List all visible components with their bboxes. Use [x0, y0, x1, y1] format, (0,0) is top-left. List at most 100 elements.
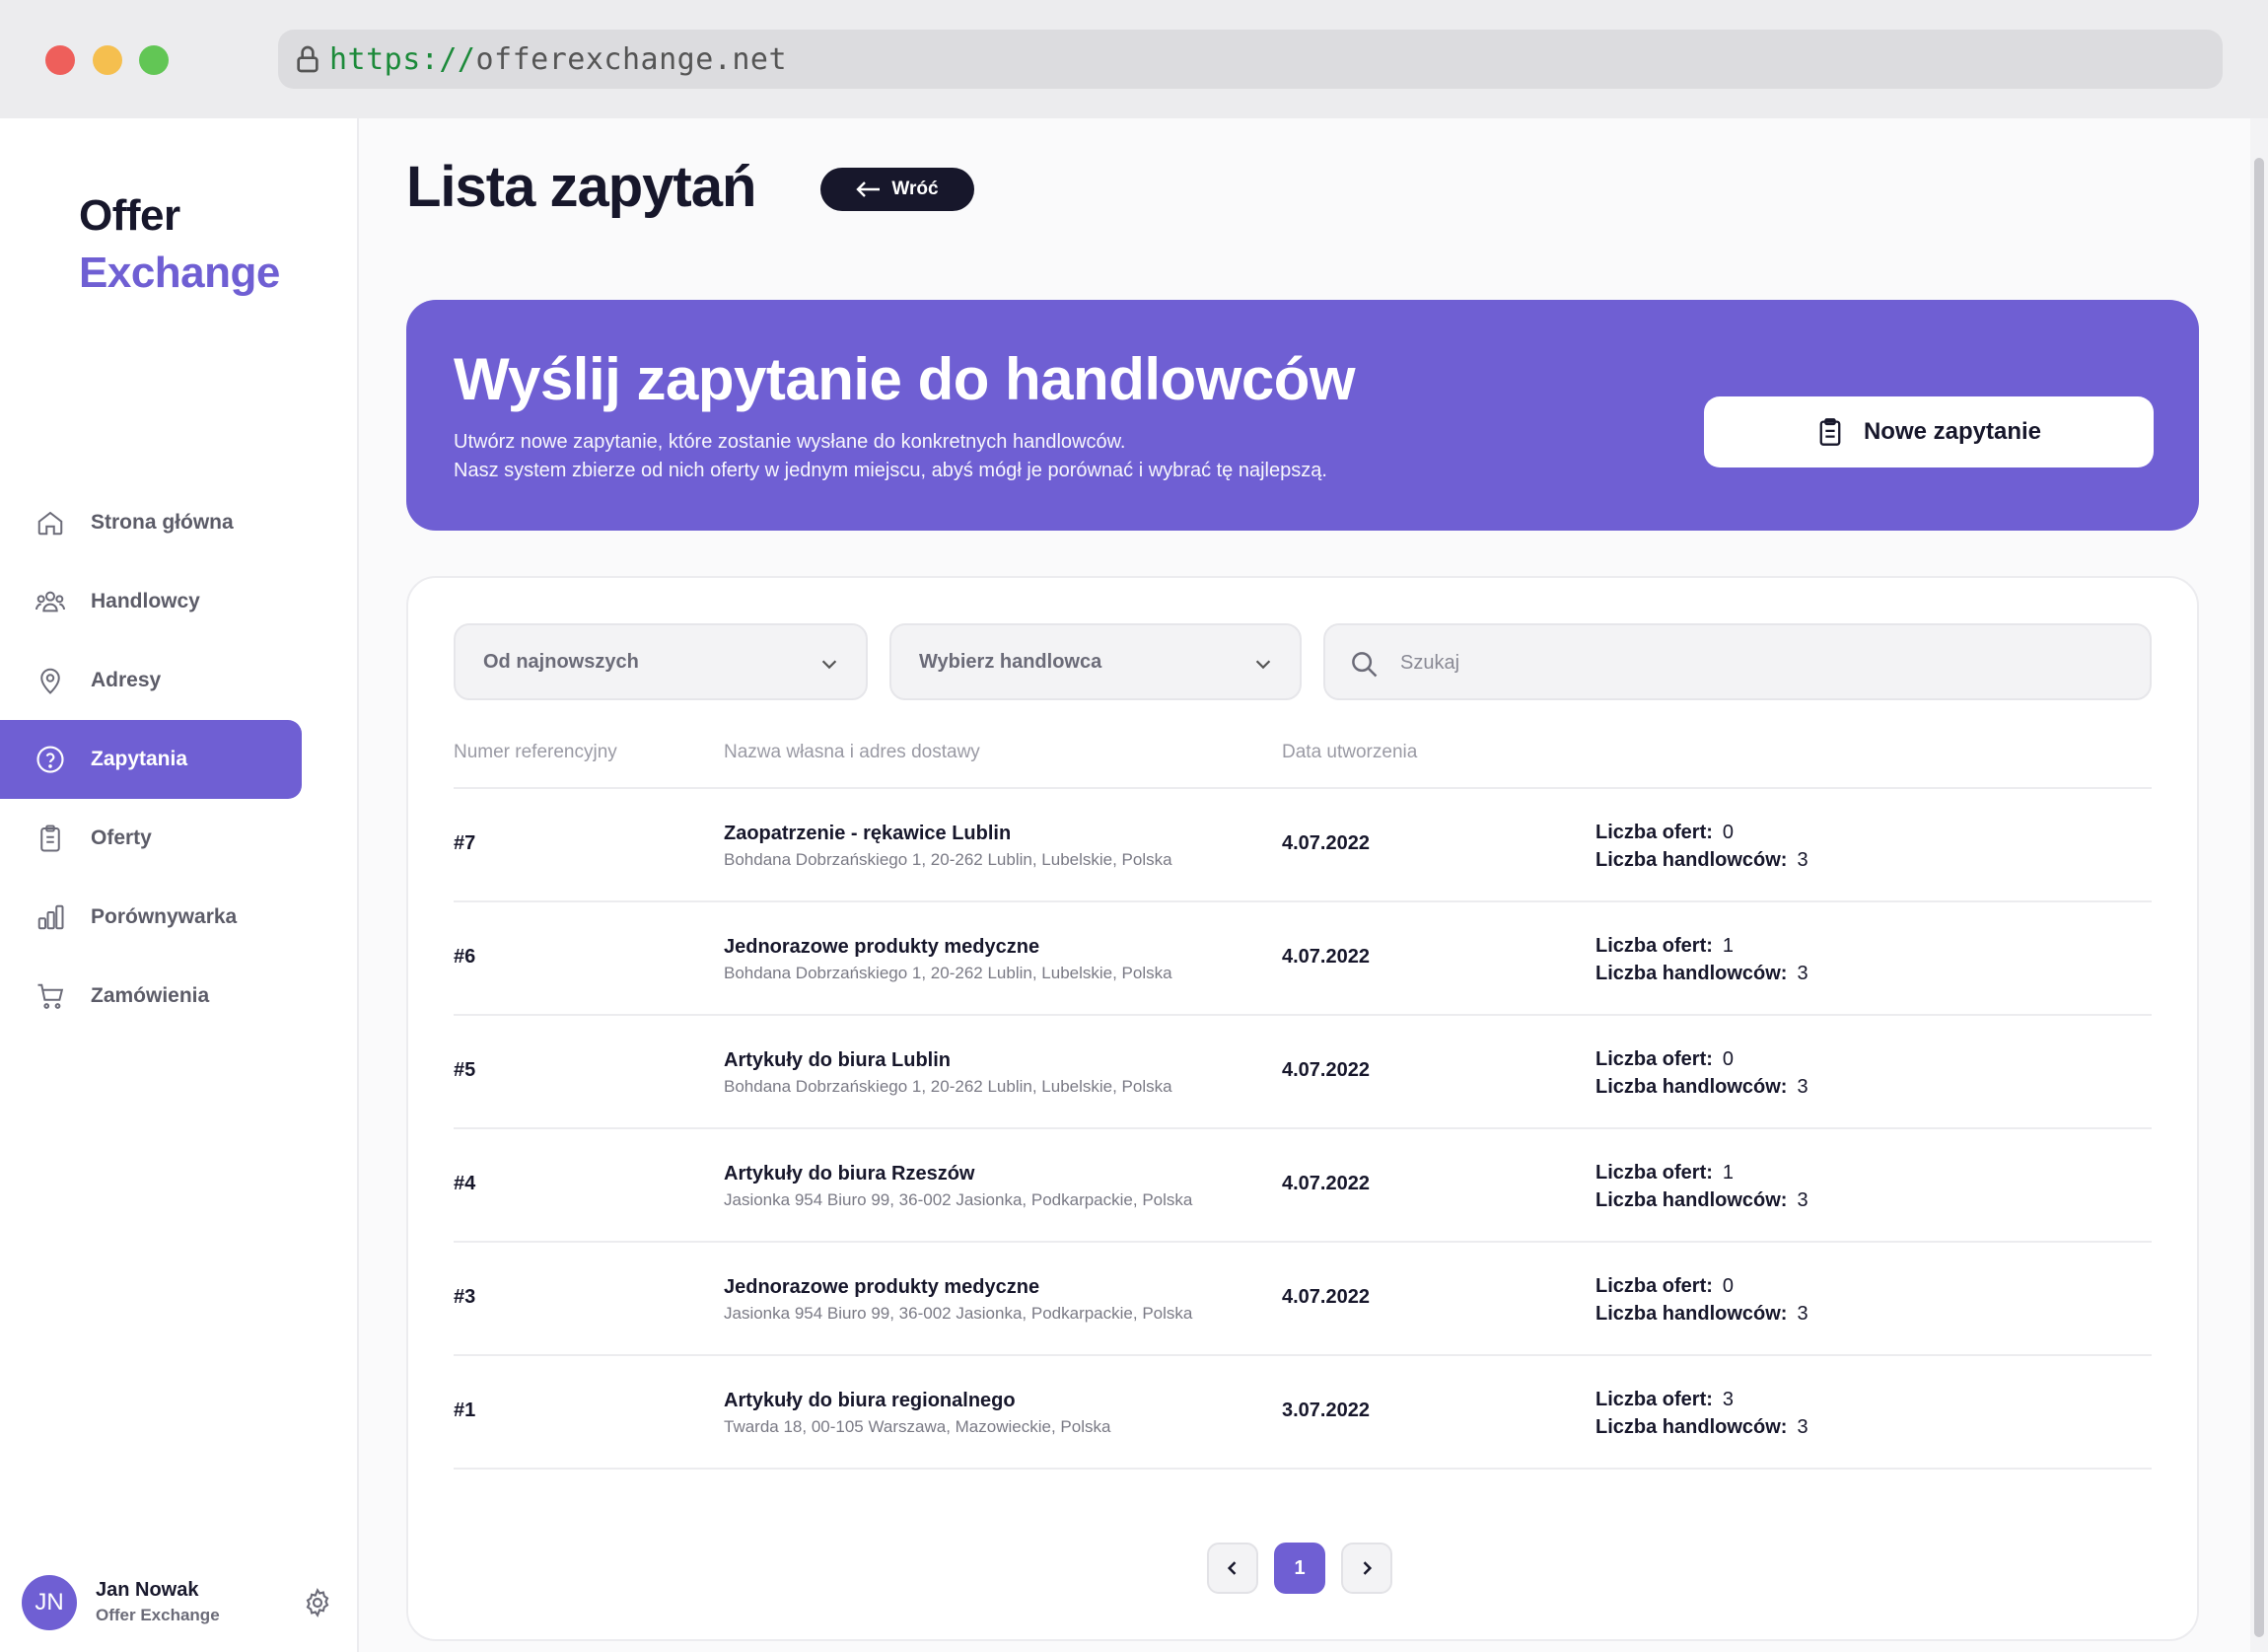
question-circle-icon	[34, 743, 67, 776]
address-bar[interactable]: https://offerexchange.net	[278, 30, 2223, 89]
banner-heading: Wyślij zapytanie do handlowców	[454, 346, 1356, 412]
dealer-select[interactable]: Wybierz handlowca	[889, 623, 1302, 700]
gear-icon[interactable]	[302, 1587, 333, 1618]
dealer-select-value: Wybierz handlowca	[919, 650, 1102, 673]
table-row[interactable]: #3 Jednorazowe produkty medyczne Jasionk…	[454, 1243, 2152, 1356]
sidebar-item-strona-glowna[interactable]: Strona główna	[0, 483, 302, 562]
created-date: 4.07.2022	[1282, 1286, 1370, 1308]
offers-count: 3	[1722, 1389, 1735, 1410]
column-header-name: Nazwa własna i adres dostawy	[724, 742, 980, 762]
next-page-button[interactable]	[1341, 1543, 1392, 1594]
scrollbar-thumb[interactable]	[2254, 158, 2264, 1637]
delivery-address: Bohdana Dobrzańskiego 1, 20-262 Lublin, …	[724, 850, 1172, 869]
table-row[interactable]: #1 Artykuły do biura regionalnego Twarda…	[454, 1356, 2152, 1470]
offers-count: 0	[1722, 822, 1735, 843]
ref-number: #1	[454, 1400, 476, 1421]
sidebar-item-adresy[interactable]: Adresy	[0, 641, 302, 720]
back-button[interactable]: Wróć	[820, 168, 974, 211]
dealers-count: 3	[1797, 963, 1808, 984]
table-row[interactable]: #6 Jednorazowe produkty medyczne Bohdana…	[454, 902, 2152, 1016]
request-name: Artykuły do biura Lublin	[724, 1049, 952, 1071]
offers-label: Liczba ofert:	[1595, 1162, 1713, 1184]
offers-count: 1	[1722, 1162, 1735, 1184]
row-stats: Liczba ofert: 0 Liczba handlowców: 3	[1595, 1272, 1808, 1328]
minimize-window-button[interactable]	[93, 45, 122, 75]
request-name: Zaopatrzenie - rękawice Lublin	[724, 823, 1012, 844]
offers-label: Liczba ofert:	[1595, 1275, 1713, 1297]
offers-label: Liczba ofert:	[1595, 822, 1713, 843]
table-header: Numer referencyjny Nazwa własna i adres …	[454, 742, 2152, 789]
delivery-address: Bohdana Dobrzańskiego 1, 20-262 Lublin, …	[724, 964, 1172, 982]
arrow-left-icon	[856, 181, 881, 197]
lock-icon	[297, 45, 319, 73]
table-row[interactable]: #5 Artykuły do biura Lublin Bohdana Dobr…	[454, 1016, 2152, 1129]
browser-chrome: https://offerexchange.net	[0, 0, 2268, 118]
offers-label: Liczba ofert:	[1595, 1389, 1713, 1410]
sidebar-item-zapytania[interactable]: Zapytania	[0, 720, 302, 799]
created-date: 4.07.2022	[1282, 946, 1370, 968]
row-stats: Liczba ofert: 3 Liczba handlowców: 3	[1595, 1386, 1808, 1441]
chevron-down-icon	[821, 660, 837, 670]
table-row[interactable]: #4 Artykuły do biura Rzeszów Jasionka 95…	[454, 1129, 2152, 1243]
page-title: Lista zapytań	[406, 155, 756, 219]
clipboard-icon	[34, 822, 67, 855]
delivery-address: Twarda 18, 00-105 Warszawa, Mazowieckie,…	[724, 1417, 1111, 1436]
banner-description: Utwórz nowe zapytanie, które zostanie wy…	[454, 428, 1327, 485]
request-name: Jednorazowe produkty medyczne	[724, 1276, 1040, 1298]
request-name: Artykuły do biura Rzeszów	[724, 1163, 975, 1185]
ref-number: #3	[454, 1286, 476, 1308]
close-window-button[interactable]	[45, 45, 75, 75]
search-input[interactable]	[1400, 641, 2130, 684]
dealers-count: 3	[1797, 1303, 1808, 1325]
sort-select-value: Od najnowszych	[483, 650, 639, 673]
offers-label: Liczba ofert:	[1595, 935, 1713, 957]
users-icon	[34, 585, 67, 618]
ref-number: #5	[454, 1059, 476, 1081]
search-icon	[1352, 652, 1378, 678]
user-name: Jan Nowak	[96, 1579, 199, 1601]
page-button-current[interactable]: 1	[1274, 1543, 1325, 1594]
sidebar-item-label: Oferty	[91, 826, 152, 849]
request-name: Jednorazowe produkty medyczne	[724, 936, 1040, 958]
sidebar-item-porownywarka[interactable]: Porównywarka	[0, 878, 302, 957]
sidebar-item-label: Zamówienia	[91, 984, 210, 1007]
url-protocol: https://	[329, 42, 476, 77]
user-profile[interactable]: JN Jan Nowak Offer Exchange	[22, 1573, 337, 1632]
sidebar-item-zamowienia[interactable]: Zamówienia	[0, 957, 302, 1036]
offers-count: 0	[1722, 1048, 1735, 1070]
cart-icon	[34, 979, 67, 1013]
row-stats: Liczba ofert: 1 Liczba handlowców: 3	[1595, 932, 1808, 987]
dealers-count: 3	[1797, 1076, 1808, 1098]
logo[interactable]: Offer Exchange	[79, 187, 280, 302]
sidebar-item-label: Strona główna	[91, 511, 234, 534]
bar-chart-icon	[34, 900, 67, 934]
delivery-address: Jasionka 954 Biuro 99, 36-002 Jasionka, …	[724, 1190, 1193, 1209]
sort-select[interactable]: Od najnowszych	[454, 623, 868, 700]
ref-number: #6	[454, 946, 476, 968]
avatar[interactable]: JN	[22, 1575, 77, 1630]
new-request-button[interactable]: Nowe zapytanie	[1704, 396, 2154, 467]
table-row[interactable]: #7 Zaopatrzenie - rękawice Lublin Bohdan…	[454, 789, 2152, 902]
dealers-label: Liczba handlowców:	[1595, 1303, 1788, 1325]
maximize-window-button[interactable]	[139, 45, 169, 75]
url-text: https://offerexchange.net	[329, 42, 787, 77]
dealers-count: 3	[1797, 1416, 1808, 1438]
scrollbar[interactable]	[2250, 118, 2268, 1652]
dealers-count: 3	[1797, 1189, 1808, 1211]
offers-count: 0	[1722, 1275, 1735, 1297]
sidebar-item-handlowcy[interactable]: Handlowcy	[0, 562, 302, 641]
request-name: Artykuły do biura regionalnego	[724, 1390, 1016, 1411]
sidebar-nav: Strona główna Handlowcy Adresy Zapytania…	[0, 483, 359, 1036]
banner-desc-line1: Utwórz nowe zapytanie, które zostanie wy…	[454, 431, 1126, 453]
table-body: #7 Zaopatrzenie - rękawice Lublin Bohdan…	[454, 789, 2152, 1470]
created-date: 4.07.2022	[1282, 832, 1370, 854]
new-request-label: Nowe zapytanie	[1863, 418, 2042, 445]
chevron-right-icon	[1363, 1561, 1373, 1575]
search-box[interactable]	[1323, 623, 2152, 700]
sidebar-item-label: Adresy	[91, 669, 162, 691]
url-host: offerexchange.net	[475, 42, 788, 77]
sidebar-item-oferty[interactable]: Oferty	[0, 799, 302, 878]
offers-label: Liczba ofert:	[1595, 1048, 1713, 1070]
prev-page-button[interactable]	[1207, 1543, 1258, 1594]
sidebar: Offer Exchange Strona główna Handlowcy A…	[0, 118, 359, 1652]
